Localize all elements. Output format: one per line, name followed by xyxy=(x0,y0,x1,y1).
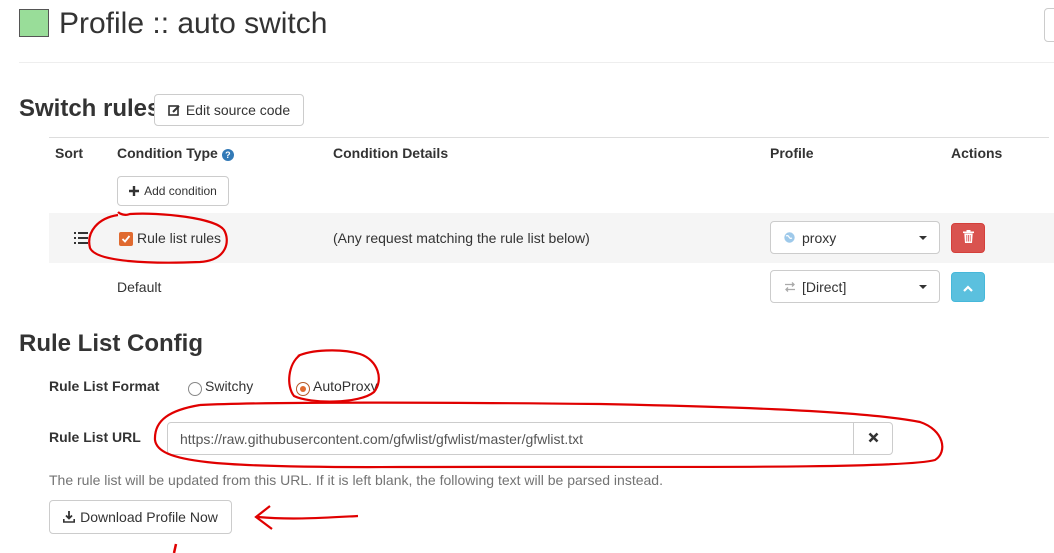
format-radio-switchy[interactable] xyxy=(188,382,202,396)
globe-icon xyxy=(784,232,798,243)
header-divider xyxy=(19,62,1054,63)
download-icon xyxy=(63,511,76,523)
chevron-up-icon xyxy=(963,279,973,295)
clear-url-button[interactable] xyxy=(853,422,893,455)
rule-condition-type: Rule list rules xyxy=(137,230,222,246)
help-icon[interactable]: ? xyxy=(221,149,234,161)
table-top-border xyxy=(49,137,1049,138)
rule-list-url-label: Rule List URL xyxy=(49,429,141,445)
header-action-button[interactable] xyxy=(1044,8,1054,42)
chevron-down-icon xyxy=(919,285,927,289)
rule-list-config-heading: Rule List Config xyxy=(19,330,203,357)
rule-profile-value: proxy xyxy=(802,229,837,246)
add-condition-button[interactable]: Add condition xyxy=(117,176,229,206)
download-profile-label: Download Profile Now xyxy=(80,509,218,525)
profile-color-swatch xyxy=(19,9,49,37)
page-title: Profile :: auto switch xyxy=(59,7,328,40)
switch-rules-heading: Switch rules xyxy=(19,95,161,122)
edit-icon xyxy=(168,104,181,117)
chevron-down-icon xyxy=(919,236,927,240)
plus-icon xyxy=(129,186,140,196)
transfer-icon xyxy=(784,281,798,292)
format-option-switchy: Switchy xyxy=(205,378,254,394)
default-profile-select[interactable]: [Direct] xyxy=(770,270,940,303)
rule-checkbox[interactable] xyxy=(119,232,133,246)
rule-profile-select[interactable]: proxy xyxy=(770,221,940,254)
close-icon xyxy=(868,430,879,447)
col-header-profile: Profile xyxy=(770,145,814,161)
annotation-arrow xyxy=(254,505,359,530)
edit-source-code-button[interactable]: Edit source code xyxy=(154,94,304,126)
rule-condition-details: (Any request matching the rule list belo… xyxy=(333,230,590,246)
default-profile-value: [Direct] xyxy=(802,278,847,295)
delete-rule-button[interactable] xyxy=(951,223,985,253)
trash-icon xyxy=(962,230,974,246)
url-help-text: The rule list will be updated from this … xyxy=(49,472,663,488)
drag-handle-icon[interactable] xyxy=(74,231,88,247)
download-profile-button[interactable]: Download Profile Now xyxy=(49,500,232,534)
col-header-actions: Actions xyxy=(951,145,1003,161)
col-header-sort: Sort xyxy=(55,145,83,161)
col-header-condition-type-label: Condition Type xyxy=(117,145,218,161)
edit-source-code-label: Edit source code xyxy=(185,102,291,118)
col-header-condition-details: Condition Details xyxy=(333,145,449,161)
col-header-condition-type: Condition Type? xyxy=(117,145,234,161)
rule-list-url-input[interactable] xyxy=(167,422,854,455)
add-condition-label: Add condition xyxy=(144,184,217,198)
move-up-button[interactable] xyxy=(951,272,985,302)
default-row-label: Default xyxy=(117,279,162,295)
annotation-mark-bottom xyxy=(172,543,178,553)
rule-list-format-label: Rule List Format xyxy=(49,378,160,394)
format-option-autoproxy: AutoProxy xyxy=(313,378,378,394)
url-input-group xyxy=(167,422,893,455)
format-radio-autoproxy[interactable] xyxy=(296,382,310,396)
